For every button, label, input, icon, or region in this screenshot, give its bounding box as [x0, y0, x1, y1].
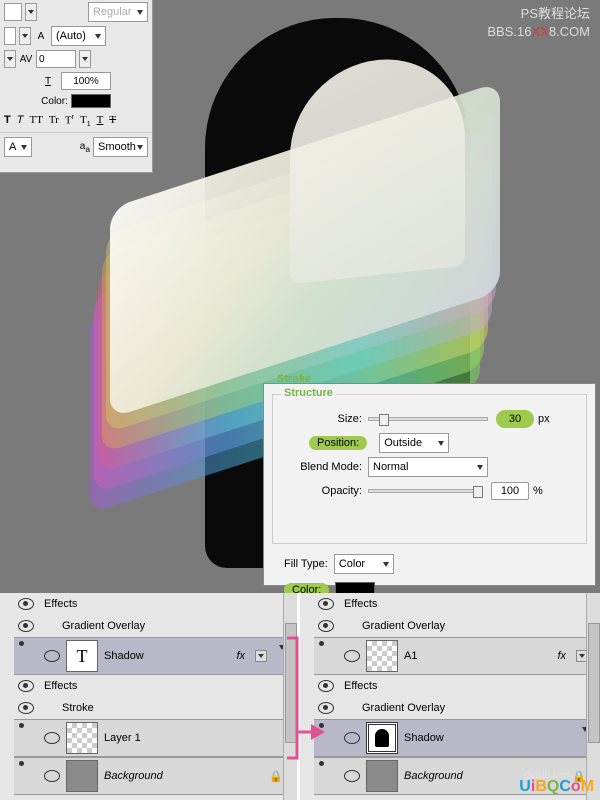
- fx-badge[interactable]: fx: [236, 650, 245, 662]
- layer-row-a1[interactable]: A1 fx: [314, 637, 592, 675]
- strikethrough-button[interactable]: T: [109, 114, 116, 128]
- layer-name: A1: [404, 650, 417, 662]
- tracking-dropdown[interactable]: [79, 50, 91, 68]
- scrollbar[interactable]: [283, 593, 297, 800]
- font-weight-select[interactable]: Regular: [88, 2, 148, 22]
- visibility-toggle[interactable]: [18, 680, 32, 692]
- layer-name: Shadow: [404, 732, 444, 744]
- visibility-toggle[interactable]: [18, 620, 32, 632]
- watermark-line2: BBS.16XX8.COM: [487, 23, 590, 41]
- language-select[interactable]: A: [4, 137, 32, 157]
- layer-row-layer1[interactable]: Layer 1: [14, 719, 289, 757]
- effects-label: Effects: [344, 680, 377, 692]
- filltype-label: Fill Type:: [284, 558, 328, 570]
- color-label: Color:: [41, 96, 68, 107]
- superscript-button[interactable]: Tr: [65, 114, 74, 128]
- kerning-dropdown[interactable]: [4, 50, 16, 68]
- stroke-effect-label: Stroke: [62, 702, 94, 714]
- visibility-toggle[interactable]: [344, 732, 360, 744]
- scale-input[interactable]: [61, 72, 111, 90]
- stroke-panel: Stroke Structure Size: 30 px Position: O…: [263, 383, 596, 586]
- layer-name: Shadow: [104, 650, 144, 662]
- filltype-select[interactable]: Color: [334, 554, 394, 574]
- watermark-line1: PS教程论坛: [487, 5, 590, 23]
- scrollbar[interactable]: [586, 593, 600, 800]
- layer-thumbnail[interactable]: [366, 640, 398, 672]
- structure-label: Structure: [281, 387, 336, 399]
- subscript-button[interactable]: T1: [80, 114, 91, 128]
- layer-thumbnail-text[interactable]: T: [66, 640, 98, 672]
- uibq-logo: UiBQCoM: [519, 778, 594, 796]
- visibility-toggle[interactable]: [318, 702, 332, 714]
- opacity-value[interactable]: 100: [491, 482, 529, 500]
- blendmode-label: Blend Mode:: [273, 461, 368, 473]
- size-value[interactable]: 30: [496, 410, 534, 428]
- character-panel: Regular A (Auto) AV T Color: T T TT Tr T…: [0, 0, 153, 173]
- opacity-label: Opacity:: [273, 485, 368, 497]
- visibility-toggle[interactable]: [318, 680, 332, 692]
- blendmode-select[interactable]: Normal: [368, 457, 488, 477]
- scale-icon: T: [41, 74, 55, 88]
- gradient-overlay-label: Gradient Overlay: [362, 620, 445, 632]
- opacity-slider[interactable]: [368, 489, 483, 493]
- layer-name: Layer 1: [104, 732, 141, 744]
- leading-select[interactable]: (Auto): [51, 26, 106, 46]
- fx-badge[interactable]: fx: [557, 650, 566, 662]
- visibility-toggle[interactable]: [18, 598, 32, 610]
- lock-icon: 🔒: [269, 770, 283, 783]
- effects-label: Effects: [44, 598, 77, 610]
- layer-row-shadow[interactable]: Shadow: [314, 719, 592, 757]
- text-style-row: T T TT Tr Tr T1 T T: [0, 110, 152, 132]
- metric-dropdown[interactable]: [19, 27, 31, 45]
- visibility-toggle[interactable]: [318, 598, 332, 610]
- structure-group: Structure Size: 30 px Position: Outside …: [272, 394, 587, 544]
- layer-thumbnail[interactable]: [66, 722, 98, 754]
- opacity-unit: %: [533, 485, 543, 497]
- gradient-overlay-label: Gradient Overlay: [362, 702, 445, 714]
- visibility-toggle[interactable]: [318, 620, 332, 632]
- metric-input[interactable]: [4, 27, 16, 45]
- canvas-area: PS教程论坛 BBS.16XX8.COM Regular A (Auto): [0, 0, 600, 590]
- stroke-title: Stroke: [274, 373, 314, 385]
- visibility-toggle[interactable]: [344, 650, 360, 662]
- watermark-text: PS教程论坛 BBS.16XX8.COM: [487, 5, 590, 41]
- position-label: Position:: [309, 436, 367, 450]
- visibility-toggle[interactable]: [18, 702, 32, 714]
- font-size-dropdown[interactable]: [25, 3, 37, 21]
- antialias-select[interactable]: Smooth: [93, 137, 148, 157]
- text-color-swatch[interactable]: [71, 94, 111, 108]
- layer-thumbnail[interactable]: [366, 722, 398, 754]
- tracking-input[interactable]: [36, 50, 76, 68]
- layer-row-background[interactable]: Background 🔒: [14, 757, 289, 795]
- effects-label: Effects: [44, 680, 77, 692]
- layer-thumbnail[interactable]: [66, 760, 98, 792]
- leading-icon: A: [34, 29, 48, 43]
- visibility-toggle[interactable]: [344, 770, 360, 782]
- fx-expand-toggle[interactable]: [255, 650, 267, 662]
- glass-arch: [290, 51, 465, 284]
- gradient-overlay-label: Gradient Overlay: [62, 620, 145, 632]
- visibility-toggle[interactable]: [44, 650, 60, 662]
- visibility-toggle[interactable]: [44, 770, 60, 782]
- layer-row-shadow[interactable]: T Shadow fx: [14, 637, 289, 675]
- position-select[interactable]: Outside: [379, 433, 449, 453]
- smallcaps-button[interactable]: Tr: [49, 114, 59, 128]
- tracking-icon: AV: [19, 52, 33, 66]
- layers-comparison: Effects Gradient Overlay T Shadow fx Eff…: [0, 593, 600, 800]
- effects-label: Effects: [344, 598, 377, 610]
- layers-panel-before: Effects Gradient Overlay T Shadow fx Eff…: [0, 593, 300, 800]
- visibility-toggle[interactable]: [44, 732, 60, 744]
- layer-thumbnail[interactable]: [366, 760, 398, 792]
- faux-italic-button[interactable]: T: [17, 114, 24, 128]
- underline-button[interactable]: T: [97, 114, 104, 128]
- layer-name: Background: [404, 770, 463, 782]
- size-label: Size:: [273, 413, 368, 425]
- font-size-input[interactable]: [4, 3, 22, 21]
- layer-name: Background: [104, 770, 163, 782]
- size-slider[interactable]: [368, 417, 488, 421]
- faux-bold-button[interactable]: T: [4, 114, 11, 128]
- size-unit: px: [538, 413, 550, 425]
- allcaps-button[interactable]: TT: [29, 114, 42, 128]
